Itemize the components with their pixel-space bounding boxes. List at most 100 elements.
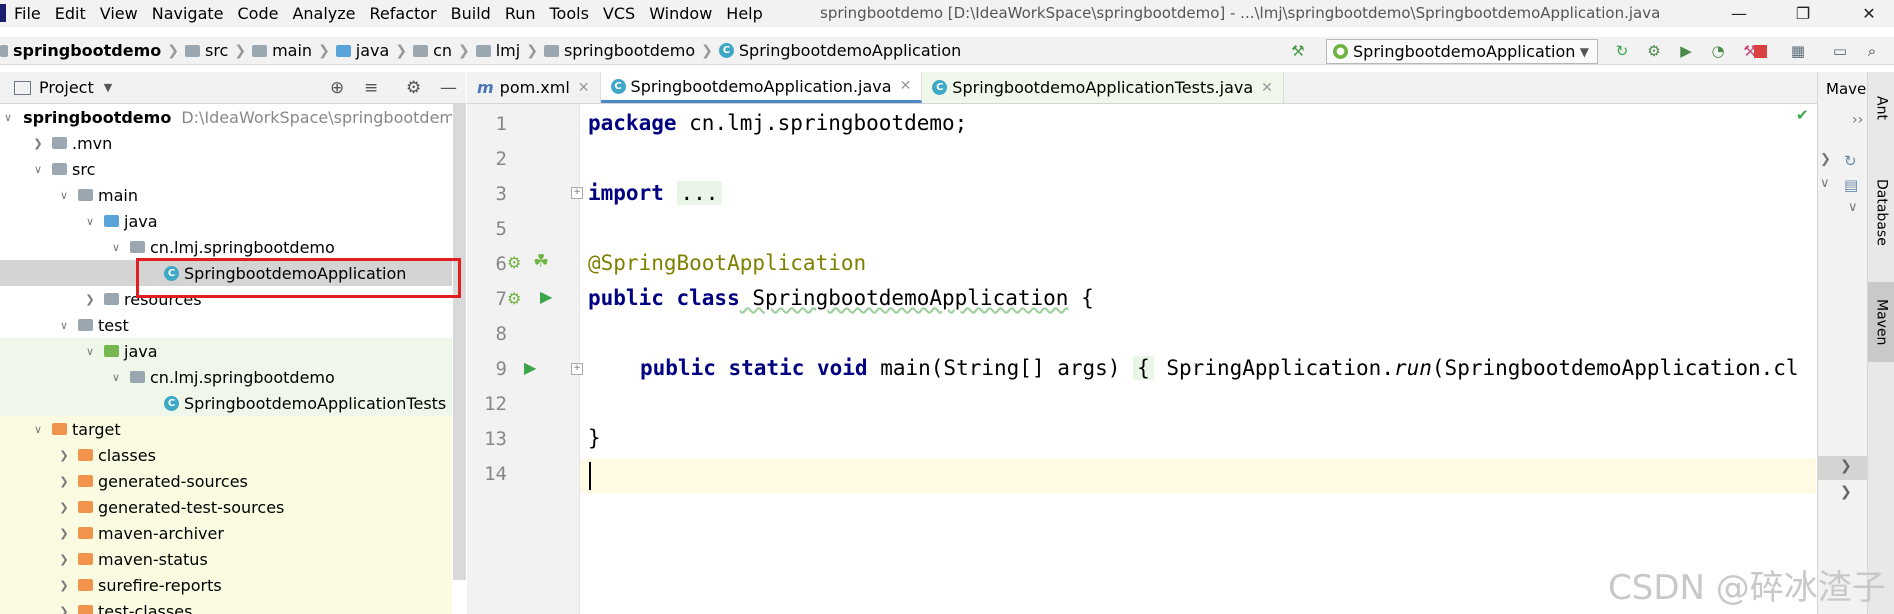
tree-item-mvn[interactable]: ❯ .mvn [0,130,452,156]
menu-tools[interactable]: Tools [550,4,589,23]
tool-tab-maven[interactable]: Maven [1868,282,1894,362]
chevron-down-icon: ∨ [85,344,95,358]
tree-item-test[interactable]: ∨ test [0,312,452,338]
menu-window[interactable]: Window [649,4,712,23]
tree-item-test-classes[interactable]: ❯ test-classes [0,598,452,614]
more-icon[interactable]: ›› [1852,112,1863,128]
tree-item-main[interactable]: ∨ main [0,182,452,208]
chevron-right-icon: ❯ [458,42,470,59]
chevron-down-icon[interactable]: ∨ [1820,176,1830,191]
project-panel-title[interactable]: Project [39,78,94,97]
close-tab-icon[interactable]: ✕ [1261,80,1273,96]
breadcrumb-java[interactable]: java [335,41,389,60]
restore-icon[interactable]: ❐ [1780,0,1826,27]
menu-run[interactable]: Run [505,4,536,23]
tool-tab-ant[interactable]: Ant [1868,78,1894,138]
minimize-icon[interactable]: — [1716,0,1762,27]
tree-item-generated-sources[interactable]: ❯ generated-sources [0,468,452,494]
run-gutter-icon[interactable]: ▶ [524,358,536,377]
breadcrumb-project[interactable]: springbootdemo [0,41,161,60]
menu-edit[interactable]: Edit [55,4,86,23]
run-gutter-icon[interactable]: ▶ [540,287,552,306]
chevron-down-icon[interactable]: ∨ [1848,200,1858,215]
menu-analyze[interactable]: Analyze [292,4,355,23]
code-editor[interactable]: package cn.lmj.springbootdemo; import ..… [588,104,1816,614]
chevron-right-icon: ❯ [59,552,69,566]
tab-pom-xml[interactable]: m pom.xml ✕ [467,72,601,103]
menu-navigate[interactable]: Navigate [152,4,224,23]
tree-item-classes[interactable]: ❯ classes [0,442,452,468]
test-folder-icon [104,345,119,357]
tree-item-src[interactable]: ∨ src [0,156,452,182]
tree-item-maven-status[interactable]: ❯ maven-status [0,546,452,572]
build-hammer-icon[interactable]: ⚒ [1288,41,1308,61]
tree-item-test-package[interactable]: ∨ cn.lmj.springbootdemo [0,364,452,390]
breadcrumb-cn[interactable]: cn [413,41,452,60]
breadcrumb-class[interactable]: C SpringbootdemoApplication [718,41,961,60]
maven-plugin-icon[interactable]: ▤ [1844,176,1858,194]
menu-vcs[interactable]: VCS [603,4,635,23]
watermark: CSDN @碎冰渣子 [1608,568,1886,608]
menu-build[interactable]: Build [451,4,491,23]
resources-folder-icon [104,293,119,305]
menu-refactor[interactable]: Refactor [370,4,437,23]
breadcrumb-src[interactable]: src [184,41,228,60]
breadcrumb-springbootdemo[interactable]: springbootdemo [543,41,695,60]
search-icon[interactable]: ⌕ [1862,41,1882,61]
project-structure-icon[interactable]: ▦ [1788,41,1808,61]
chevron-right-icon[interactable]: ❯ [1840,458,1852,474]
tree-item-target[interactable]: ∨ target [0,416,452,442]
tree-item-springbootdemo-application-tests[interactable]: C SpringbootdemoApplicationTests [0,390,452,416]
menu-file[interactable]: File [14,4,41,23]
project-tree-scrollbar[interactable] [453,104,466,580]
close-tab-icon[interactable]: ✕ [578,80,590,96]
excluded-folder-icon [78,527,93,539]
menu-view[interactable]: View [100,4,138,23]
chevron-down-icon[interactable]: ▼ [104,81,112,94]
menu-bar: File Edit View Navigate Code Analyze Ref… [0,0,1894,27]
close-icon[interactable]: ✕ [1846,0,1892,27]
chevron-right-icon: ❯ [33,136,43,150]
stop-icon[interactable] [1744,41,1767,61]
rerun-icon[interactable]: ↻ [1612,41,1632,61]
source-folder-icon [335,44,351,57]
spring-boot-run-icon[interactable]: ⚙ [507,289,521,308]
gear-icon[interactable]: ⚙ [406,78,421,98]
breadcrumb-lmj[interactable]: lmj [475,41,520,60]
locate-icon[interactable]: ⊕ [330,78,344,98]
tree-item-java[interactable]: ∨ java [0,208,452,234]
menu-help[interactable]: Help [726,4,762,23]
debug-icon[interactable]: ⚙ [1644,41,1664,61]
tree-item-maven-archiver[interactable]: ❯ maven-archiver [0,520,452,546]
presentation-icon[interactable]: ▭ [1830,41,1850,61]
chevron-right-icon[interactable]: ❯ [1840,484,1852,500]
collapse-all-icon[interactable]: ≡ [364,78,378,98]
run-with-coverage-icon[interactable]: ▶ [1676,41,1696,61]
hide-panel-icon[interactable]: — [440,78,457,98]
tree-item-surefire-reports[interactable]: ❯ surefire-reports [0,572,452,598]
chevron-down-icon: ∨ [33,162,43,176]
tree-item-project-root[interactable]: ∨ springbootdemo D:\IdeaWorkSpace\spring… [0,104,452,130]
tree-item-generated-test-sources[interactable]: ❯ generated-test-sources [0,494,452,520]
spring-bean-icon[interactable]: ⚙ [507,253,521,272]
tab-springbootdemo-application[interactable]: C SpringbootdemoApplication.java ✕ [600,72,923,103]
fold-icon[interactable]: + [571,187,583,199]
chevron-right-icon[interactable]: ❯ [1820,152,1831,167]
profile-icon[interactable]: ◔ [1708,41,1728,61]
tool-tab-database[interactable]: Database [1868,152,1894,272]
close-tab-icon[interactable]: ✕ [900,78,912,94]
line-number: 6 [495,253,507,275]
tree-item-package[interactable]: ∨ cn.lmj.springbootdemo [0,234,452,260]
breadcrumb-main[interactable]: main [252,41,312,60]
inspection-ok-icon[interactable]: ✔ [1796,106,1809,124]
menu-code[interactable]: Code [238,4,279,23]
excluded-folder-icon [52,423,67,435]
chevron-right-icon: ❯ [59,474,69,488]
folded-imports[interactable]: ... [676,181,723,205]
run-configuration-select[interactable]: ● SpringbootdemoApplication ▼ [1326,39,1598,64]
spring-config-icon[interactable]: ☘ [533,251,549,272]
tab-springbootdemo-application-tests[interactable]: C SpringbootdemoApplicationTests.java ✕ [922,72,1284,103]
maven-reload-icon[interactable]: ↻ [1844,152,1857,170]
fold-icon[interactable]: + [571,363,583,375]
tree-item-test-java[interactable]: ∨ java [0,338,452,364]
